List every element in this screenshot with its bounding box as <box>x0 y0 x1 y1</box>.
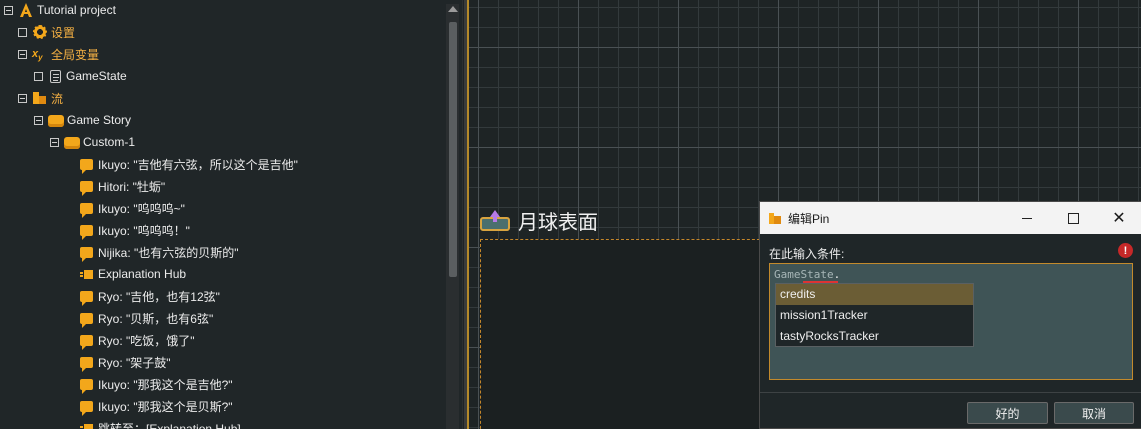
dialogue-bubble-icon <box>80 290 93 306</box>
collapse-toggle[interactable] <box>50 137 59 147</box>
tree-scroll-thumb[interactable] <box>449 22 457 277</box>
tree-item-label: Ikuyo: "那我这个是贝斯?" <box>98 399 233 414</box>
dialogue-bubble-icon <box>80 312 93 328</box>
tree-item-label: GameState <box>66 69 127 83</box>
edit-pin-dialog: 编辑Pin ✕ 在此输入条件: ! GameState. credits mis… <box>759 201 1141 429</box>
autocomplete-item[interactable]: credits <box>776 284 973 305</box>
project-tree-panel: Tutorial project 设置 xy 全局变量 GameState 流 Game S… <box>0 0 463 429</box>
tree-item-label: Explanation Hub <box>98 267 187 281</box>
flow-node-header[interactable]: 月球表面 <box>480 206 598 235</box>
tree-item[interactable]: Ryo: "贝斯，也有6弦" <box>80 307 213 329</box>
minimize-button[interactable] <box>1004 202 1050 234</box>
tree-item-label: 流 <box>51 91 64 106</box>
collapse-toggle[interactable] <box>18 93 27 103</box>
tree-item-label: Nijika: "也有六弦的贝斯的" <box>98 245 239 260</box>
variable-icon: xy <box>32 48 43 63</box>
tree-item-label: Ryo: "架子鼓" <box>98 355 171 370</box>
tree-item-label: Ryo: "贝斯，也有6弦" <box>98 311 214 326</box>
tree-item[interactable]: Hitori: "牡蛎" <box>80 175 165 197</box>
tree-item[interactable]: Tutorial project <box>4 0 116 21</box>
dialog-title: 编辑Pin <box>788 211 830 226</box>
tree-item-label: Ryo: "吉他，也有12弦" <box>98 289 220 304</box>
tree-item[interactable]: Nijika: "也有六弦的贝斯的" <box>80 241 239 263</box>
maximize-button[interactable] <box>1050 202 1096 234</box>
dialog-titlebar[interactable]: 编辑Pin ✕ <box>760 202 1141 234</box>
tree-item[interactable]: Explanation Hub <box>80 263 186 285</box>
error-icon: ! <box>1118 243 1133 258</box>
tree-item[interactable]: 流 <box>18 87 63 109</box>
tree-item-label: 跳转至：[Explanation Hub] <box>98 421 241 429</box>
tree-item-label: Game Story <box>67 113 132 127</box>
cancel-button[interactable]: 取消 <box>1054 402 1134 424</box>
tree-item-label: 全局变量 <box>51 47 100 62</box>
dialogue-bubble-icon <box>80 400 93 416</box>
flow-fragment-icon <box>48 115 64 127</box>
dialogue-bubble-icon <box>80 246 93 262</box>
condition-prompt-label: 在此输入条件: <box>769 247 845 261</box>
tree-item[interactable]: Ryo: "吃饭，饿了" <box>80 329 195 351</box>
flow-icon <box>32 90 48 106</box>
tree-item[interactable]: GameState <box>34 65 127 87</box>
document-icon <box>50 69 61 83</box>
tree-item[interactable]: Ryo: "吉他，也有12弦" <box>80 285 220 307</box>
tree-item[interactable]: Ryo: "架子鼓" <box>80 351 171 373</box>
autocomplete-item[interactable]: mission1Tracker <box>776 305 973 326</box>
tree-item[interactable]: Ikuyo: "吉他有六弦，所以这个是吉他" <box>80 153 298 175</box>
autocomplete-list: credits mission1Tracker tastyRocksTracke… <box>775 283 974 347</box>
collapse-toggle[interactable] <box>18 49 27 59</box>
flow-fragment-icon <box>64 137 80 149</box>
scroll-up-icon[interactable] <box>448 6 458 12</box>
expand-toggle[interactable] <box>34 71 43 81</box>
tree-item[interactable]: xy 全局变量 <box>18 43 99 65</box>
expand-toggle[interactable] <box>18 27 27 37</box>
app-icon <box>768 211 782 225</box>
tree-item-label: Hitori: "牡蛎" <box>98 179 166 194</box>
input-text-value: GameState <box>774 268 834 281</box>
tree-item-label: Tutorial project <box>37 3 116 17</box>
tree-item-label: Ikuyo: "吉他有六弦，所以这个是吉他" <box>98 157 298 172</box>
collapse-toggle[interactable] <box>34 115 43 125</box>
condition-input[interactable]: GameState. credits mission1Tracker tasty… <box>769 263 1133 380</box>
tree-item[interactable]: Custom-1 <box>50 131 135 153</box>
dialogue-bubble-icon <box>80 224 93 240</box>
tree-item-label: Ryo: "吃饭，饿了" <box>98 333 195 348</box>
collapse-toggle[interactable] <box>4 5 13 15</box>
tree-item-label: Ikuyo: "呜呜呜！" <box>98 223 190 238</box>
dialogue-bubble-icon <box>80 334 93 350</box>
tree-item-label: Ikuyo: "那我这个是吉他?" <box>98 377 233 392</box>
dialogue-bubble-icon <box>80 180 93 196</box>
flow-node-title: 月球表面 <box>518 212 598 234</box>
tree-item[interactable]: Ikuyo: "那我这个是贝斯?" <box>80 395 233 417</box>
tree-item[interactable]: Game Story <box>34 109 131 131</box>
condition-input-text: GameState. <box>774 268 840 281</box>
tree-item[interactable]: 设置 <box>18 21 75 43</box>
tree-item-label: 设置 <box>51 25 76 40</box>
flow-logo-icon <box>18 2 34 18</box>
dialogue-bubble-icon <box>80 158 93 174</box>
flow-node-body[interactable] <box>480 239 770 429</box>
close-icon[interactable]: ✕ <box>1096 202 1141 234</box>
jump-icon <box>80 422 93 429</box>
tree-item[interactable]: 跳转至：[Explanation Hub] <box>80 417 241 429</box>
gear-icon <box>32 24 48 40</box>
tree-item-label: Ikuyo: "呜呜呜~" <box>98 201 185 216</box>
hub-icon <box>80 268 93 280</box>
input-pin-icon <box>480 209 510 232</box>
canvas-splitter[interactable] <box>464 0 469 429</box>
tree-item[interactable]: Ikuyo: "那我这个是吉他?" <box>80 373 233 395</box>
tree-item[interactable]: Ikuyo: "呜呜呜~" <box>80 197 185 219</box>
ok-button[interactable]: 好的 <box>967 402 1048 424</box>
input-text-dot: . <box>833 268 841 281</box>
autocomplete-item[interactable]: tastyRocksTracker <box>776 326 973 347</box>
tree-item-label: Custom-1 <box>83 135 136 149</box>
dialogue-bubble-icon <box>80 378 93 394</box>
dialogue-bubble-icon <box>80 202 93 218</box>
tree-item[interactable]: Ikuyo: "呜呜呜！" <box>80 219 190 241</box>
dialog-divider <box>760 392 1141 393</box>
dialogue-bubble-icon <box>80 356 93 372</box>
